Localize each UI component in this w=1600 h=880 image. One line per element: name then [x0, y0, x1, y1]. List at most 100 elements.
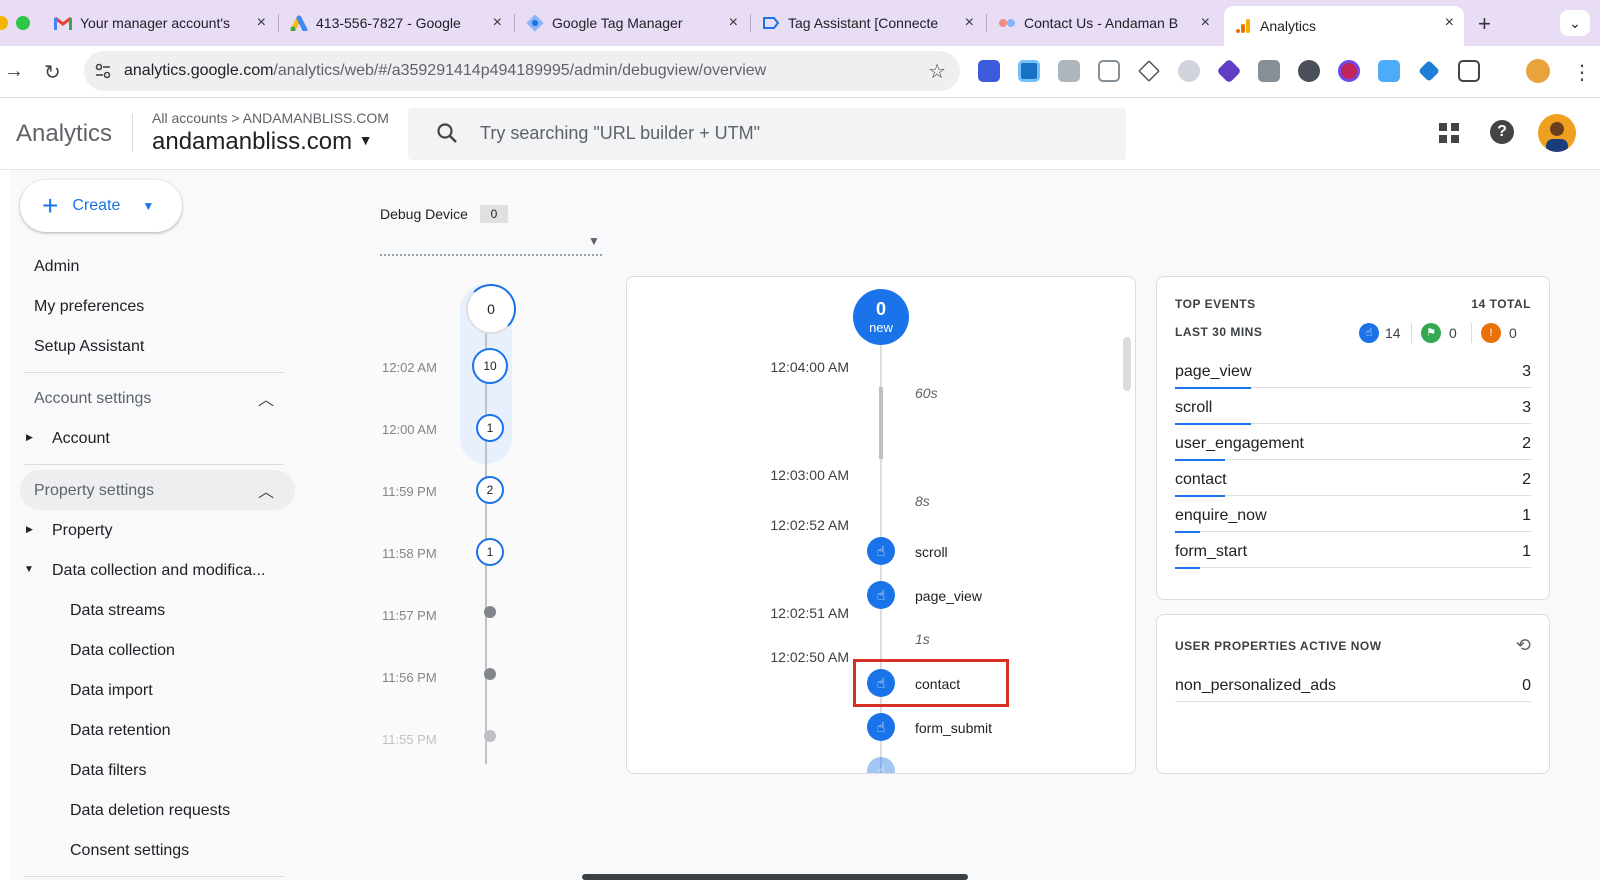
extension-icon[interactable] [1098, 60, 1120, 82]
chevron-up-icon[interactable]: ︿ [258, 386, 274, 410]
minute-dot[interactable] [484, 730, 496, 742]
event-label[interactable]: form_submit [915, 720, 992, 736]
nav-divider [24, 372, 284, 373]
breadcrumb[interactable]: All accounts > ANDAMANBLISS.COM [152, 110, 389, 126]
top-event-name[interactable]: user_engagement [1175, 435, 1304, 453]
tab-analytics[interactable]: Analytics × [1224, 6, 1464, 46]
close-icon[interactable]: × [965, 14, 974, 32]
site-info-icon[interactable] [94, 62, 112, 85]
close-icon[interactable]: × [257, 14, 266, 32]
event-touch-icon[interactable]: ☝ [867, 757, 895, 773]
user-property-name[interactable]: non_personalized_ads [1175, 677, 1336, 695]
close-icon[interactable]: × [729, 14, 738, 32]
event-label[interactable]: scroll [915, 544, 948, 560]
event-touch-icon[interactable]: ☝ [867, 713, 895, 741]
top-event-name[interactable]: contact [1175, 471, 1227, 489]
analytics-icon [1234, 17, 1252, 35]
dropdown-arrow-icon[interactable]: ▼ [588, 234, 600, 248]
minute-time: 12:00 AM [382, 422, 437, 437]
extension-icon[interactable] [1018, 60, 1040, 82]
new-tab-button[interactable]: + [1478, 11, 1491, 37]
nav-my-preferences[interactable]: My preferences [34, 298, 144, 316]
nav-data-collection-modification[interactable]: Data collection and modifica... [52, 562, 265, 580]
horizontal-scrollbar[interactable] [582, 874, 968, 880]
top-event-name[interactable]: page_view [1175, 363, 1252, 381]
nav-admin[interactable]: Admin [34, 258, 79, 276]
new-events-bubble[interactable]: 0 new [853, 289, 909, 345]
nav-data-streams[interactable]: Data streams [70, 602, 165, 620]
chevron-up-icon[interactable]: ︿ [258, 478, 274, 502]
window-zoom-button[interactable] [16, 16, 30, 30]
event-touch-icon[interactable]: ☝ [867, 581, 895, 609]
top-event-name[interactable]: enquire_now [1175, 507, 1267, 525]
event-label[interactable]: page_view [915, 588, 982, 604]
history-icon[interactable]: ⟲ [1516, 635, 1531, 656]
create-button[interactable]: + Create ▼ [20, 180, 182, 232]
nav-data-filters[interactable]: Data filters [70, 762, 146, 780]
close-icon[interactable]: × [1201, 14, 1210, 32]
minute-dot[interactable] [484, 668, 496, 680]
tab-google-ads[interactable]: 413-556-7827 - Google × [280, 6, 512, 40]
collapse-arrow-icon[interactable]: ▼ [24, 564, 34, 575]
forward-icon[interactable]: → [4, 60, 24, 83]
property-selector[interactable]: andamanbliss.com ▼ [152, 128, 373, 156]
window-minimize-button[interactable] [0, 16, 8, 30]
reload-icon[interactable]: ↻ [44, 60, 61, 85]
extensions-puzzle-icon[interactable] [1458, 60, 1480, 82]
tab-search-button[interactable]: ⌄ [1560, 10, 1590, 36]
apps-grid-icon[interactable] [1438, 122, 1460, 149]
nav-property[interactable]: Property [52, 522, 112, 540]
translate-extension-icon[interactable] [1378, 60, 1400, 82]
top-event-name[interactable]: form_start [1175, 543, 1247, 561]
header-divider [132, 114, 133, 152]
tag-extension-icon[interactable] [1418, 60, 1440, 82]
nav-account-settings[interactable]: Account settings [34, 390, 151, 408]
extension-icon[interactable] [1216, 58, 1242, 84]
event-label[interactable]: contact [915, 676, 960, 692]
second-timestamp: 12:02:50 AM [770, 649, 849, 665]
tag-assistant-icon [762, 14, 780, 32]
user-avatar[interactable] [1538, 114, 1576, 152]
layers-extension-icon[interactable] [1138, 60, 1160, 82]
nav-data-deletion-requests[interactable]: Data deletion requests [70, 802, 230, 820]
help-icon[interactable]: ? [1490, 120, 1514, 144]
tab-gmail[interactable]: Your manager account's × [44, 6, 276, 40]
url-text[interactable]: analytics.google.com/analytics/web/#/a35… [124, 62, 766, 80]
event-touch-icon[interactable]: ☝ [867, 669, 895, 697]
search-box[interactable]: Try searching "URL builder + UTM" [408, 108, 1126, 160]
tab-tag-assistant[interactable]: Tag Assistant [Connecte × [752, 6, 984, 40]
debug-device-select[interactable] [380, 254, 602, 256]
nav-property-settings[interactable]: Property settings [34, 482, 154, 500]
minute-dot[interactable] [484, 606, 496, 618]
address-bar[interactable]: analytics.google.com/analytics/web/#/a35… [84, 51, 960, 91]
close-icon[interactable]: × [493, 14, 502, 32]
more-vert-icon[interactable]: ⋮ [1572, 60, 1592, 85]
minute-current-circle[interactable]: 0 [466, 284, 516, 334]
nav-account[interactable]: Account [52, 430, 110, 448]
nav-setup-assistant[interactable]: Setup Assistant [34, 338, 144, 356]
nav-data-collection[interactable]: Data collection [70, 642, 175, 660]
extension-icon[interactable] [1298, 60, 1320, 82]
expand-arrow-icon[interactable]: ▶ [26, 524, 33, 535]
globe-extension-icon[interactable] [1178, 60, 1200, 82]
expand-arrow-icon[interactable]: ▶ [26, 432, 33, 443]
tab-contact-us[interactable]: Contact Us - Andaman B × [988, 6, 1220, 40]
extension-icon[interactable] [978, 60, 1000, 82]
minute-count-circle[interactable]: 2 [476, 476, 504, 504]
nav-data-retention[interactable]: Data retention [70, 722, 171, 740]
close-icon[interactable]: × [1445, 14, 1454, 32]
scrollbar-thumb[interactable] [1123, 337, 1131, 391]
bookmark-star-icon[interactable]: ☆ [928, 59, 946, 84]
profile-avatar[interactable] [1526, 59, 1550, 83]
tab-google-tag-manager[interactable]: Google Tag Manager × [516, 6, 748, 40]
minute-count-circle[interactable]: 1 [476, 538, 504, 566]
code-extension-icon[interactable] [1058, 60, 1080, 82]
camera-extension-icon[interactable] [1258, 60, 1280, 82]
event-touch-icon[interactable]: ☝ [867, 537, 895, 565]
minute-count-circle[interactable]: 1 [476, 414, 504, 442]
top-event-name[interactable]: scroll [1175, 399, 1212, 417]
minute-count-circle[interactable]: 10 [472, 348, 508, 384]
nav-data-import[interactable]: Data import [70, 682, 153, 700]
nav-consent-settings[interactable]: Consent settings [70, 842, 189, 860]
extension-icon[interactable] [1338, 60, 1360, 82]
